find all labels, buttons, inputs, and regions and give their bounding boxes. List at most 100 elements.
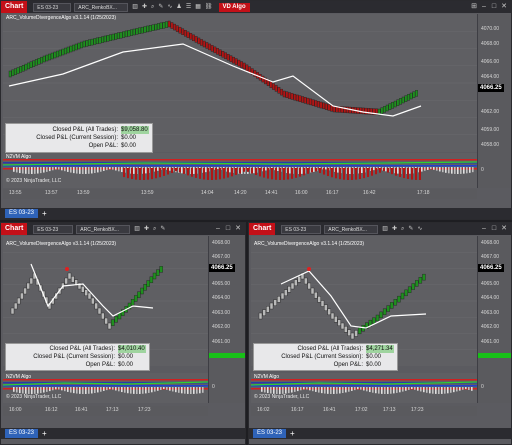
volume-bar [43, 387, 45, 393]
minimize-icon[interactable]: – [479, 1, 489, 13]
indicator-panel[interactable]: N2VM Algo © 2023 NinjaTrader, LLC [3, 153, 477, 188]
minimize-icon[interactable]: – [479, 223, 489, 235]
maximize-icon[interactable]: □ [223, 223, 233, 235]
volume-bar [97, 387, 99, 393]
renko-brick [397, 295, 401, 303]
renko-brick [42, 55, 46, 63]
instrument-tab[interactable]: ES 03-23 [253, 429, 287, 438]
strategies-icon[interactable]: ♟ [176, 1, 181, 13]
vd-algo-badge[interactable]: VD Algo [218, 2, 250, 12]
price-axis[interactable]: 4068.00 4067.00 4066.25 4065.00 4064.00 … [477, 236, 511, 403]
maximize-icon[interactable]: □ [489, 223, 499, 235]
volume-bar [34, 167, 36, 174]
volume-bar [143, 168, 145, 180]
bars-icon[interactable]: ▥ [132, 1, 138, 13]
indicator-chart-svg [3, 159, 477, 180]
volume-bar [163, 387, 165, 390]
add-tab-button[interactable]: + [42, 208, 47, 219]
indicator-panel[interactable]: N2VM Algo © 2023 NinjaTrader, LLC [251, 373, 477, 403]
time-axis[interactable]: 16:00 16:12 16:41 17:13 17:23 [3, 406, 208, 416]
volume-bar [359, 168, 361, 180]
renko-brick [97, 307, 102, 315]
renko-brick [94, 302, 98, 310]
crosshair-icon[interactable]: ✚ [142, 1, 147, 13]
volume-bar [343, 168, 345, 180]
instrument-tab[interactable]: ES 03-23 [5, 429, 39, 438]
zoom-icon[interactable]: ⌕ [151, 1, 154, 13]
price-tick: 4062.00 [481, 109, 500, 115]
renko-brick [232, 56, 235, 64]
chart-label[interactable]: Chart [249, 223, 276, 235]
time-axis[interactable]: 16:02 16:17 16:41 17:02 17:13 17:23 [251, 406, 477, 416]
zoom-icon[interactable]: ⌕ [401, 223, 404, 235]
indicators-icon[interactable]: ∿ [167, 1, 172, 13]
volume-bar [456, 387, 458, 392]
draw-icon[interactable]: ✎ [408, 223, 413, 235]
renko-brick [400, 292, 405, 300]
instrument-selector[interactable]: ES 03-23 [33, 224, 74, 234]
volume-bar [94, 167, 96, 174]
crosshair-icon[interactable]: ✚ [392, 223, 397, 235]
renko-brick [74, 43, 78, 51]
zoom-icon[interactable]: ⌕ [153, 223, 156, 235]
pnl-open-value: $0.00 [118, 362, 134, 368]
volume-bar [94, 387, 96, 394]
pnl-panel: Closed P&L (All Trades): $9,058.80 Close… [5, 123, 153, 153]
link-icon[interactable]: ⛓ [205, 1, 213, 13]
close-icon[interactable]: ✕ [233, 223, 243, 235]
renko-brick [183, 30, 187, 37]
bar-type-selector[interactable]: ARC_RenkoBX... [74, 2, 129, 12]
properties-icon[interactable]: ☰ [186, 1, 191, 13]
pnl-open-value: $0.00 [121, 143, 137, 149]
price-axis[interactable]: 4068.00 4067.00 4066.25 4065.00 4064.00 … [208, 236, 245, 403]
indicator-panel[interactable]: N2VM Algo © 2023 NinjaTrader, LLC [3, 373, 208, 403]
minimize-icon[interactable]: – [213, 223, 223, 235]
instrument-selector[interactable]: ES 03-23 [33, 2, 72, 12]
draw-icon[interactable]: ✎ [158, 1, 163, 13]
price-tick: 4067.00 [212, 254, 231, 260]
renko-brick [372, 317, 376, 324]
indicators-icon[interactable]: ∿ [417, 223, 422, 235]
instrument-tab[interactable]: ES 03-23 [5, 209, 39, 218]
maximize-icon[interactable]: □ [489, 1, 499, 13]
bars-icon[interactable]: ▥ [134, 223, 140, 235]
chart-label[interactable]: Chart [1, 1, 28, 13]
volume-bar [46, 167, 48, 172]
add-tab-button[interactable]: + [42, 428, 47, 439]
instrument-selector[interactable]: ES 03-23 [281, 224, 322, 234]
time-tick: 17:13 [106, 407, 119, 413]
close-icon[interactable]: ✕ [499, 1, 509, 13]
draw-icon[interactable]: ✎ [160, 223, 165, 235]
chart-window-bottom-left: Chart ES 03-23 ARC_RenkoBX... ▥ ✚ ⌕ ✎ – … [0, 222, 246, 445]
crosshair-icon[interactable]: ✚ [144, 223, 149, 235]
volume-bar [403, 168, 405, 179]
bar-type-selector[interactable]: ARC_RenkoBX... [324, 224, 379, 234]
close-icon[interactable]: ✕ [499, 223, 509, 235]
volume-bar [275, 168, 277, 180]
renko-brick [418, 277, 423, 284]
bar-type-selector[interactable]: ARC_RenkoBX... [76, 224, 131, 234]
volume-bar [337, 167, 339, 173]
volume-bar [191, 168, 193, 177]
price-axis[interactable]: 4070.00 4068.00 4066.00 4064.00 4066.25 … [477, 14, 511, 188]
volume-bar [211, 168, 213, 180]
renko-brick [37, 58, 41, 65]
renko-brick [273, 299, 277, 306]
pnl-session-label: Closed P&L (Current Session): [33, 354, 115, 360]
volume-bar [34, 387, 36, 394]
chart-label[interactable]: Chart [1, 223, 28, 235]
layout-icon[interactable]: ▦ [195, 1, 201, 13]
pin-icon[interactable]: ⊞ [469, 1, 479, 13]
volume-bar [70, 387, 72, 393]
current-price-tag: 4066.25 [478, 84, 504, 92]
renko-brick [27, 62, 30, 70]
bars-icon[interactable]: ▥ [382, 223, 388, 235]
add-tab-button[interactable]: + [290, 428, 295, 439]
time-axis[interactable]: 13:55 13:57 13:59 13:59 14:04 14:20 14:4… [3, 189, 477, 199]
volume-bar [445, 167, 447, 173]
volume-bar [355, 168, 357, 180]
volume-bar [267, 168, 269, 179]
price-tick: 4059.00 [481, 127, 500, 133]
volume-bar [423, 387, 425, 393]
vertical-scrollbar[interactable] [245, 236, 246, 403]
